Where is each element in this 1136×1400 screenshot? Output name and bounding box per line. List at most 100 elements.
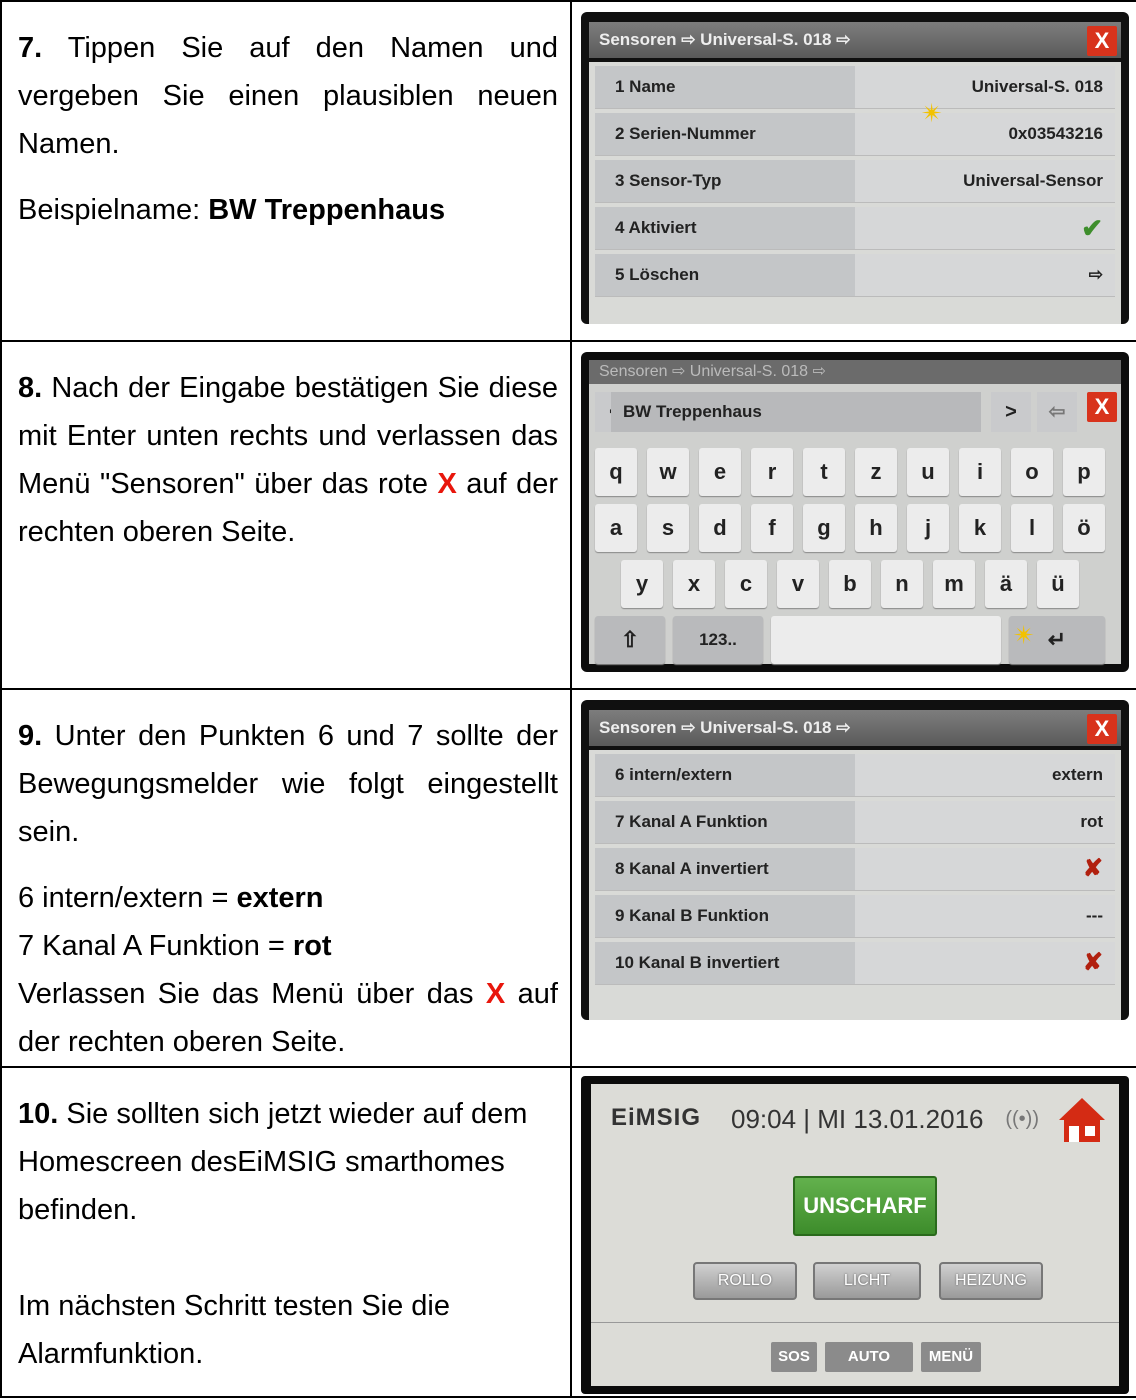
step-number: 8. xyxy=(18,372,43,404)
key[interactable]: l xyxy=(1011,504,1053,552)
key[interactable]: z xyxy=(855,448,897,496)
menu-title: Sensoren ⇨ Universal-S. 018 ⇨ xyxy=(599,718,851,737)
close-button[interactable]: X xyxy=(1087,392,1117,422)
key[interactable]: ä xyxy=(985,560,1027,608)
arrow-icon: ⇨ xyxy=(1088,265,1103,284)
heizung-button[interactable]: HEIZUNG xyxy=(939,1262,1043,1300)
settings-row[interactable]: 3 Sensor-Typ Universal-Sensor xyxy=(595,160,1115,203)
unscharf-button[interactable]: UNSCHARF xyxy=(793,1176,937,1236)
step-text-2: Im nächsten Schritt testen Sie die Alarm… xyxy=(18,1290,450,1370)
settings-row[interactable]: 9 Kanal B Funktion --- xyxy=(595,895,1115,938)
settings-list: 1 Name Universal-S. 018 2 Serien-Nummer 0x… xyxy=(589,62,1121,324)
settings-row[interactable]: 4 Aktiviert ✔ xyxy=(595,207,1115,250)
home-screen: EiMSIG 09:04 | MI 13.01.2016 ((•)) UNSCH… xyxy=(581,1076,1129,1394)
step-text: Unter den Punkten 6 und 7 sollte der Bew… xyxy=(18,720,558,848)
close-button[interactable]: X xyxy=(1087,714,1117,744)
row-label: 5 Löschen xyxy=(615,265,700,284)
key[interactable]: u xyxy=(907,448,949,496)
key[interactable]: k xyxy=(959,504,1001,552)
next-button[interactable]: > xyxy=(991,392,1031,432)
backspace-button[interactable]: ⇦ xyxy=(1037,392,1077,432)
signal-icon: ((•)) xyxy=(1005,1108,1039,1130)
key[interactable]: i xyxy=(959,448,1001,496)
step-text-cell: 8. Nach der Eingabe bestätigen Sie diese… xyxy=(0,340,572,690)
key[interactable]: o xyxy=(1011,448,1053,496)
step-row-8: 8. Nach der Eingabe bestätigen Sie diese… xyxy=(0,340,1136,690)
step-text: Tippen Sie auf den Namen und vergeben Si… xyxy=(18,32,558,160)
key[interactable]: p xyxy=(1063,448,1105,496)
step-text-cell: 10. Sie sollten sich jetzt wieder auf de… xyxy=(0,1066,572,1398)
settings-row[interactable]: 8 Kanal A invertiert ✘ xyxy=(595,848,1115,891)
space-key[interactable] xyxy=(771,616,1001,664)
settings-list: 6 intern/extern extern 7 Kanal A Funktion… xyxy=(589,750,1121,1020)
divider xyxy=(591,1322,1119,1323)
key[interactable]: c xyxy=(725,560,767,608)
close-button[interactable]: X xyxy=(1087,26,1117,56)
row-label: 2 Serien-Nummer xyxy=(615,124,756,143)
row-value: --- xyxy=(1086,906,1103,925)
settings-row[interactable]: 1 Name Universal-S. 018 xyxy=(595,66,1115,109)
row-label: 1 Name xyxy=(615,77,676,96)
name-input[interactable]: BW Treppenhaus xyxy=(611,392,981,432)
check-icon: ✔ xyxy=(1081,213,1103,243)
sensor-settings-screen: Sensoren ⇨ Universal-S. 018 ⇨ X 1 Name Un… xyxy=(581,12,1129,324)
key[interactable]: v xyxy=(777,560,819,608)
menu-button[interactable]: MENÜ xyxy=(921,1342,981,1372)
key[interactable]: q xyxy=(595,448,637,496)
step-row-7: 7. Tippen Sie auf den Namen und vergeben… xyxy=(0,0,1136,342)
key[interactable]: t xyxy=(803,448,845,496)
settings-row[interactable]: 5 Löschen ⇨ xyxy=(595,254,1115,297)
row-value: Universal-S. 018 xyxy=(971,77,1103,96)
key[interactable]: j xyxy=(907,504,949,552)
keyboard-screen: Sensoren ⇨ Universal-S. 018 ⇨ < BW Trepp… xyxy=(581,352,1129,672)
key[interactable]: x xyxy=(673,560,715,608)
screenshot-cell: Sensoren ⇨ Universal-S. 018 ⇨ X 1 Name Un… xyxy=(570,0,1136,342)
numbers-key[interactable]: 123.. xyxy=(673,616,763,664)
rollo-button[interactable]: ROLLO xyxy=(693,1262,797,1300)
menu-title: Sensoren ⇨ Universal-S. 018 ⇨ xyxy=(599,30,851,49)
step-number: 9. xyxy=(18,720,43,752)
cross-icon: ✘ xyxy=(1082,949,1103,976)
key[interactable]: g xyxy=(803,504,845,552)
key[interactable]: h xyxy=(855,504,897,552)
home-icon[interactable] xyxy=(1057,1096,1107,1144)
key[interactable]: f xyxy=(751,504,793,552)
step-text-cell: 9. Unter den Punkten 6 und 7 sollte der … xyxy=(0,688,572,1068)
key[interactable]: ö xyxy=(1063,504,1105,552)
example-value: BW Treppenhaus xyxy=(208,194,446,226)
auto-button[interactable]: AUTO xyxy=(825,1342,913,1372)
licht-button[interactable]: LICHT xyxy=(813,1262,921,1300)
instruction-table: 7. Tippen Sie auf den Namen und vergeben… xyxy=(0,0,1136,1398)
key[interactable]: s xyxy=(647,504,689,552)
row-value: rot xyxy=(1080,812,1103,831)
red-x-highlight: X xyxy=(437,468,457,500)
key[interactable]: a xyxy=(595,504,637,552)
settings-row[interactable]: 10 Kanal B invertiert ✘ xyxy=(595,942,1115,985)
row-value: 0x03543216 xyxy=(1008,124,1103,143)
row-value: extern xyxy=(1051,765,1103,784)
key[interactable]: y xyxy=(621,560,663,608)
row-label: 3 Sensor-Typ xyxy=(615,171,722,190)
shift-key[interactable]: ⇧ xyxy=(595,616,665,664)
settings-row[interactable]: 7 Kanal A Funktion rot xyxy=(595,801,1115,844)
setting-value: extern xyxy=(236,882,324,914)
step-text: Sie sollten sich jetzt wieder auf dem Ho… xyxy=(18,1098,528,1226)
settings-row[interactable]: 2 Serien-Nummer 0x03543216 xyxy=(595,113,1115,156)
sos-button[interactable]: SOS xyxy=(771,1342,817,1372)
key[interactable]: d xyxy=(699,504,741,552)
step-row-9: 9. Unter den Punkten 6 und 7 sollte der … xyxy=(0,688,1136,1068)
row-label: 6 intern/extern xyxy=(615,765,733,784)
clock-display: 09:04 | MI 13.01.2016 xyxy=(731,1104,984,1134)
key[interactable]: b xyxy=(829,560,871,608)
key[interactable]: ü xyxy=(1037,560,1079,608)
key[interactable]: w xyxy=(647,448,689,496)
key[interactable]: m xyxy=(933,560,975,608)
step-text-cell: 7. Tippen Sie auf den Namen und vergeben… xyxy=(0,0,572,342)
settings-row[interactable]: 6 intern/extern extern xyxy=(595,754,1115,797)
setting-value: rot xyxy=(292,930,332,962)
tap-hand-icon: ✴ xyxy=(921,98,943,128)
key[interactable]: n xyxy=(881,560,923,608)
key[interactable]: e xyxy=(699,448,741,496)
key[interactable]: r xyxy=(751,448,793,496)
red-x-highlight: X xyxy=(485,978,506,1010)
